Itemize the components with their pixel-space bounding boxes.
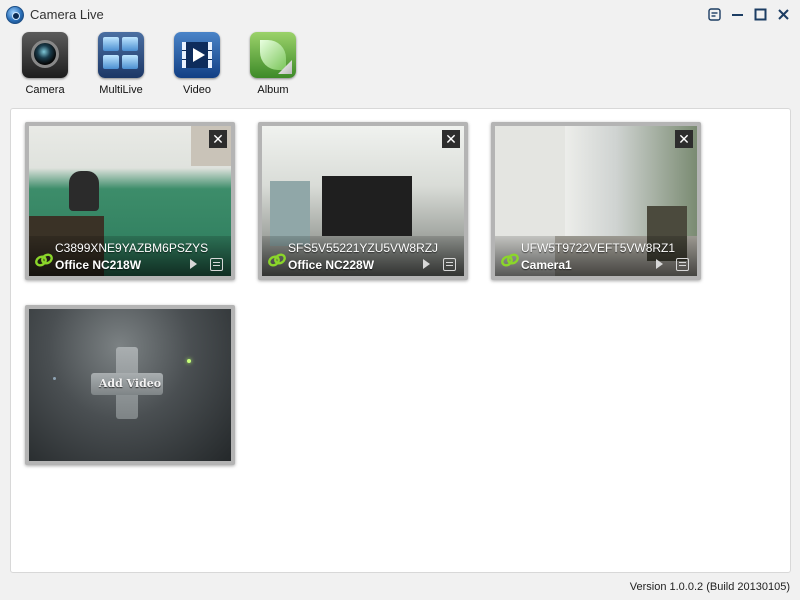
remove-camera-button[interactable]: ✕: [442, 130, 460, 148]
camera-settings-icon[interactable]: [443, 258, 456, 271]
camera-info-overlay: UFW5T9722VEFT5VW8RZ1 Camera1: [495, 236, 697, 276]
camera-uid: C3899XNE9YAZBM6PSZYS: [55, 241, 209, 255]
camera-tile-1[interactable]: ✕ C3899XNE9YAZBM6PSZYS Office NC218W: [25, 122, 235, 280]
close-button[interactable]: [775, 6, 792, 23]
toolbar-camera-button[interactable]: Camera: [12, 32, 78, 100]
close-icon: [778, 9, 789, 20]
settings-icon: [708, 8, 721, 21]
toolbar-album-button[interactable]: Album: [240, 32, 306, 100]
play-icon[interactable]: [420, 258, 432, 270]
camera-tile-2[interactable]: ✕ SFS5V55221YZU5VW8RZJ Office NC228W: [258, 122, 468, 280]
maximize-button[interactable]: [752, 6, 769, 23]
camera-grid-panel: ✕ C3899XNE9YAZBM6PSZYS Office NC218W ✕ S…: [10, 108, 791, 573]
toolbar-multilive-button[interactable]: MultiLive: [88, 32, 154, 100]
toolbar-camera-label: Camera: [25, 84, 65, 96]
window-controls: [706, 6, 792, 23]
add-video-background: Add Video: [29, 309, 231, 461]
camera-name: Office NC228W: [288, 258, 375, 272]
video-icon: [174, 32, 220, 78]
version-label: Version 1.0.0.2 (Build 20130105): [629, 581, 790, 593]
album-icon: [250, 32, 296, 78]
title-bar: Camera Live: [0, 0, 800, 30]
remove-camera-button[interactable]: ✕: [675, 130, 693, 148]
link-icon: [268, 253, 286, 267]
multilive-icon: [98, 32, 144, 78]
minimize-button[interactable]: [729, 6, 746, 23]
camera-feed-preview[interactable]: ✕ SFS5V55221YZU5VW8RZJ Office NC228W: [262, 126, 464, 276]
camera-uid: SFS5V55221YZU5VW8RZJ: [288, 241, 439, 255]
maximize-icon: [754, 8, 767, 21]
play-icon[interactable]: [653, 258, 665, 270]
window-title: Camera Live: [30, 7, 104, 22]
toolbar-multilive-label: MultiLive: [99, 84, 143, 96]
close-icon: ✕: [678, 130, 690, 147]
link-icon: [35, 253, 53, 267]
camera-icon: [22, 32, 68, 78]
toolbar-video-label: Video: [183, 84, 211, 96]
close-icon: ✕: [212, 130, 224, 147]
camera-settings-icon[interactable]: [210, 258, 223, 271]
camera-settings-icon[interactable]: [676, 258, 689, 271]
play-icon[interactable]: [187, 258, 199, 270]
camera-info-overlay: C3899XNE9YAZBM6PSZYS Office NC218W: [29, 236, 231, 276]
link-icon: [501, 253, 519, 267]
add-video-label: Add Video: [98, 377, 162, 390]
camera-name: Office NC218W: [55, 258, 142, 272]
app-logo-icon: [6, 6, 24, 24]
camera-name: Camera1: [521, 258, 572, 272]
remove-camera-button[interactable]: ✕: [209, 130, 227, 148]
toolbar-album-label: Album: [257, 84, 289, 96]
toolbar-video-button[interactable]: Video: [164, 32, 230, 100]
camera-tile-3[interactable]: ✕ UFW5T9722VEFT5VW8RZ1 Camera1: [491, 122, 701, 280]
main-toolbar: Camera MultiLive Video Album: [12, 32, 306, 100]
minimize-icon: [732, 14, 743, 16]
close-icon: ✕: [445, 130, 457, 147]
camera-info-overlay: SFS5V55221YZU5VW8RZJ Office NC228W: [262, 236, 464, 276]
camera-feed-preview[interactable]: ✕ C3899XNE9YAZBM6PSZYS Office NC218W: [29, 126, 231, 276]
settings-button[interactable]: [706, 6, 723, 23]
add-video-tile[interactable]: Add Video: [25, 305, 235, 465]
camera-uid: UFW5T9722VEFT5VW8RZ1: [521, 241, 676, 255]
camera-feed-preview[interactable]: ✕ UFW5T9722VEFT5VW8RZ1 Camera1: [495, 126, 697, 276]
